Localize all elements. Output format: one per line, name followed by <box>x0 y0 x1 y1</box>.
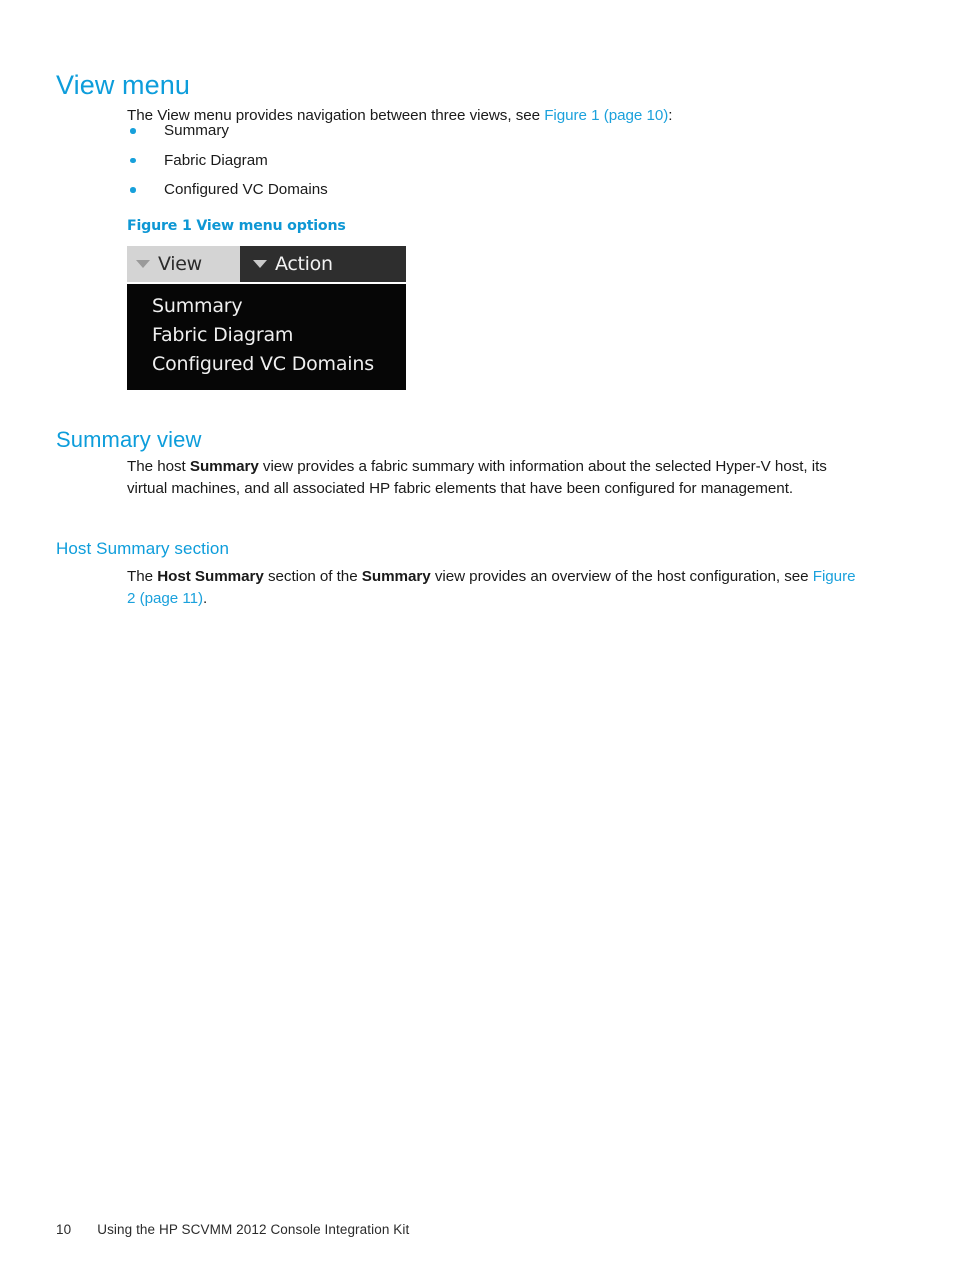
menu-tab-action[interactable]: Action <box>240 246 406 282</box>
summary-view-paragraph: The host Summary view provides a fabric … <box>127 456 857 499</box>
menu-item-summary[interactable]: Summary <box>127 292 406 321</box>
paragraph-bold-host-summary: Host Summary <box>157 568 264 586</box>
paragraph-bold-summary: Summary <box>189 458 259 476</box>
menu-bar: View Action <box>127 246 406 282</box>
paragraph-text: . <box>203 589 208 607</box>
page-footer: 10 Using the HP SCVMM 2012 Console Integr… <box>56 1222 409 1237</box>
paragraph-text: view provides an overview of the host co… <box>430 568 813 586</box>
paragraph-bold-summary: Summary <box>361 568 431 586</box>
list-item: Summary <box>127 120 727 150</box>
section-title-summary-view: Summary view <box>56 427 202 453</box>
chevron-down-icon <box>136 260 150 268</box>
list-item-label: Configured VC Domains <box>164 181 328 198</box>
host-summary-paragraph: The Host Summary section of the Summary … <box>127 566 857 609</box>
footer-page-number: 10 <box>56 1222 72 1237</box>
menu-item-fabric-diagram[interactable]: Fabric Diagram <box>127 321 406 350</box>
figure-1-caption: Figure 1 View menu options <box>127 218 346 234</box>
bullet-icon <box>130 187 136 193</box>
subsection-title-host-summary-section: Host Summary section <box>56 539 229 558</box>
menu-tab-action-label: Action <box>275 253 333 275</box>
figure-1-view-menu-screenshot: View Action Summary Fabric Diagram Confi… <box>127 246 406 390</box>
menu-item-configured-vc-domains[interactable]: Configured VC Domains <box>127 350 406 379</box>
list-item-label: Summary <box>164 122 229 139</box>
list-item-label: Fabric Diagram <box>164 151 268 169</box>
view-menu-bullet-list: Summary Fabric Diagram Configured VC Dom… <box>127 120 727 209</box>
footer-document-title: Using the HP SCVMM 2012 Console Integrat… <box>97 1222 410 1237</box>
menu-tab-view-label: View <box>158 253 202 275</box>
page-title-view-menu: View menu <box>56 70 190 101</box>
paragraph-text: The <box>127 568 158 586</box>
chevron-down-icon <box>253 260 267 268</box>
bullet-icon <box>130 128 136 134</box>
list-item: Fabric Diagram <box>127 150 727 180</box>
list-item: Configured VC Domains <box>127 179 727 209</box>
bullet-icon <box>130 157 136 163</box>
menu-tab-view[interactable]: View <box>127 246 240 282</box>
document-page: View menu The View menu provides navigat… <box>0 0 954 1271</box>
paragraph-text: section of the <box>263 568 362 586</box>
paragraph-text: The host <box>127 458 190 476</box>
view-menu-dropdown-panel: Summary Fabric Diagram Configured VC Dom… <box>127 284 406 390</box>
